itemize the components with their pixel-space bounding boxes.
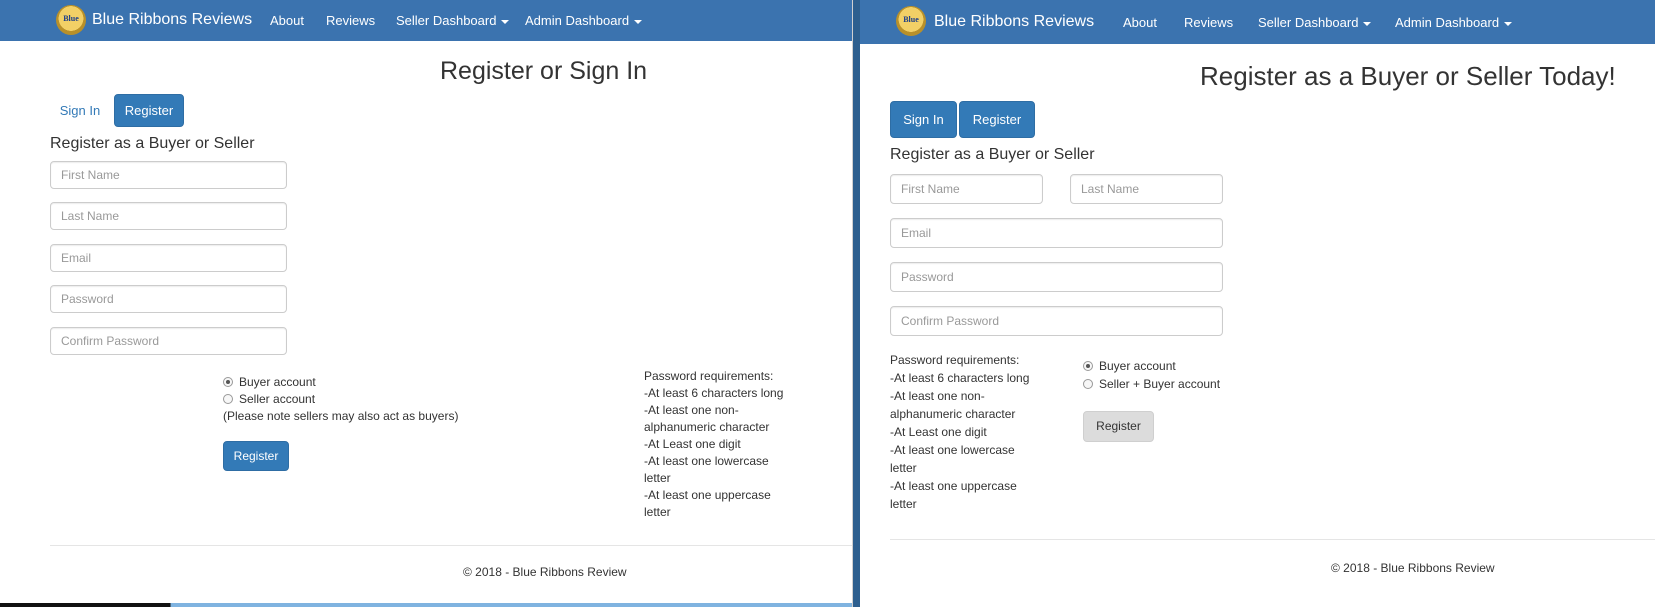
password-requirements: Password requirements: -At least 6 chara…	[890, 351, 1029, 513]
ribbon-logo-icon[interactable]: Blue	[896, 6, 926, 36]
nav-about[interactable]: About	[1123, 15, 1157, 30]
buyer-account-radio[interactable]	[1083, 361, 1093, 371]
confirm-password-input[interactable]	[50, 327, 287, 355]
logo-text: Blue	[63, 14, 79, 23]
requirement-line: alphanumeric character	[890, 407, 1016, 421]
tab-sign-in[interactable]: Sign In	[890, 101, 957, 138]
nav-about[interactable]: About	[270, 13, 304, 28]
seller-account-radio[interactable]	[223, 394, 233, 404]
footer-divider	[890, 539, 1655, 540]
password-input[interactable]	[890, 262, 1223, 292]
nav-admin-dashboard-label: Admin Dashboard	[525, 13, 630, 28]
requirement-line: Password requirements:	[644, 369, 774, 383]
confirm-password-input[interactable]	[890, 306, 1223, 336]
last-name-input[interactable]	[1070, 174, 1223, 204]
password-input[interactable]	[50, 285, 287, 313]
email-input[interactable]	[50, 244, 287, 272]
brand-link[interactable]: Blue Ribbons Reviews	[934, 13, 1094, 31]
brand-link[interactable]: Blue Ribbons Reviews	[92, 11, 252, 29]
register-button[interactable]: Register	[1083, 411, 1154, 442]
ribbon-logo-icon[interactable]: Blue	[56, 5, 86, 35]
navbar: Blue Blue Ribbons Reviews About Reviews …	[0, 0, 852, 41]
seller-buyer-account-option[interactable]: Seller + Buyer account	[1083, 377, 1220, 391]
buyer-account-label: Buyer account	[239, 375, 316, 389]
requirement-line: Password requirements:	[890, 353, 1020, 367]
left-window: Blue Blue Ribbons Reviews About Reviews …	[0, 0, 852, 607]
requirement-line: letter	[644, 471, 671, 485]
nav-seller-dashboard-label: Seller Dashboard	[396, 13, 497, 28]
form-title: Register as a Buyer or Seller	[890, 146, 1095, 163]
password-requirements: Password requirements: -At least 6 chara…	[644, 368, 783, 521]
form-title: Register as a Buyer or Seller	[50, 135, 255, 152]
nav-seller-dashboard-label: Seller Dashboard	[1258, 15, 1359, 30]
logo-text: Blue	[903, 15, 919, 24]
seller-note: (Please note sellers may also act as buy…	[223, 409, 459, 423]
nav-reviews[interactable]: Reviews	[1184, 15, 1233, 30]
nav-reviews[interactable]: Reviews	[326, 13, 375, 28]
requirement-line: letter	[890, 461, 917, 475]
requirement-line: -At least one uppercase	[644, 488, 771, 502]
nav-seller-dashboard[interactable]: Seller Dashboard	[1258, 15, 1372, 30]
requirement-line: -At least one uppercase	[890, 479, 1017, 493]
seller-buyer-account-label: Seller + Buyer account	[1099, 377, 1221, 391]
requirement-line: -At least one lowercase	[644, 454, 769, 468]
requirement-line: -At least 6 characters long	[890, 371, 1030, 385]
caret-down-icon	[634, 19, 643, 24]
buyer-account-radio[interactable]	[223, 377, 233, 387]
caret-down-icon	[1504, 21, 1513, 26]
buyer-account-option[interactable]: Buyer account	[1083, 359, 1176, 373]
email-input[interactable]	[890, 218, 1223, 248]
tab-register[interactable]: Register	[114, 94, 184, 127]
tab-register[interactable]: Register	[959, 101, 1035, 138]
nav-admin-dashboard[interactable]: Admin Dashboard	[1395, 15, 1513, 30]
requirement-line: letter	[644, 505, 671, 519]
requirement-line: -At Least one digit	[644, 437, 741, 451]
seller-buyer-account-radio[interactable]	[1083, 379, 1093, 389]
footer-text: © 2018 - Blue Ribbons Review	[463, 565, 627, 579]
window-divider	[852, 0, 860, 607]
requirement-line: alphanumeric character	[644, 420, 770, 434]
requirement-line: letter	[890, 497, 917, 511]
caret-down-icon	[501, 19, 510, 24]
navbar: Blue Blue Ribbons Reviews About Reviews …	[860, 0, 1655, 44]
right-window: Blue Blue Ribbons Reviews About Reviews …	[860, 0, 1655, 607]
page-title: Register or Sign In	[440, 57, 648, 85]
last-name-input[interactable]	[50, 202, 287, 230]
footer-text: © 2018 - Blue Ribbons Review	[1331, 561, 1495, 575]
seller-account-option[interactable]: Seller account	[223, 392, 315, 406]
footer-divider	[50, 545, 852, 546]
requirement-line: -At least one non-	[644, 403, 739, 417]
first-name-input[interactable]	[890, 174, 1043, 204]
requirement-line: -At least 6 characters long	[644, 386, 784, 400]
buyer-account-option[interactable]: Buyer account	[223, 375, 316, 389]
taskbar-strip	[0, 603, 852, 607]
caret-down-icon	[1363, 21, 1372, 26]
nav-seller-dashboard[interactable]: Seller Dashboard	[396, 13, 510, 28]
seller-account-label: Seller account	[239, 392, 316, 406]
buyer-account-label: Buyer account	[1099, 359, 1176, 373]
register-button[interactable]: Register	[223, 441, 289, 471]
requirement-line: -At Least one digit	[890, 425, 987, 439]
page-title: Register as a Buyer or Seller Today!	[1200, 61, 1616, 91]
first-name-input[interactable]	[50, 161, 287, 189]
nav-admin-dashboard-label: Admin Dashboard	[1395, 15, 1500, 30]
nav-admin-dashboard[interactable]: Admin Dashboard	[525, 13, 643, 28]
tab-sign-in[interactable]: Sign In	[50, 94, 110, 127]
requirement-line: -At least one lowercase	[890, 443, 1015, 457]
requirement-line: -At least one non-	[890, 389, 985, 403]
